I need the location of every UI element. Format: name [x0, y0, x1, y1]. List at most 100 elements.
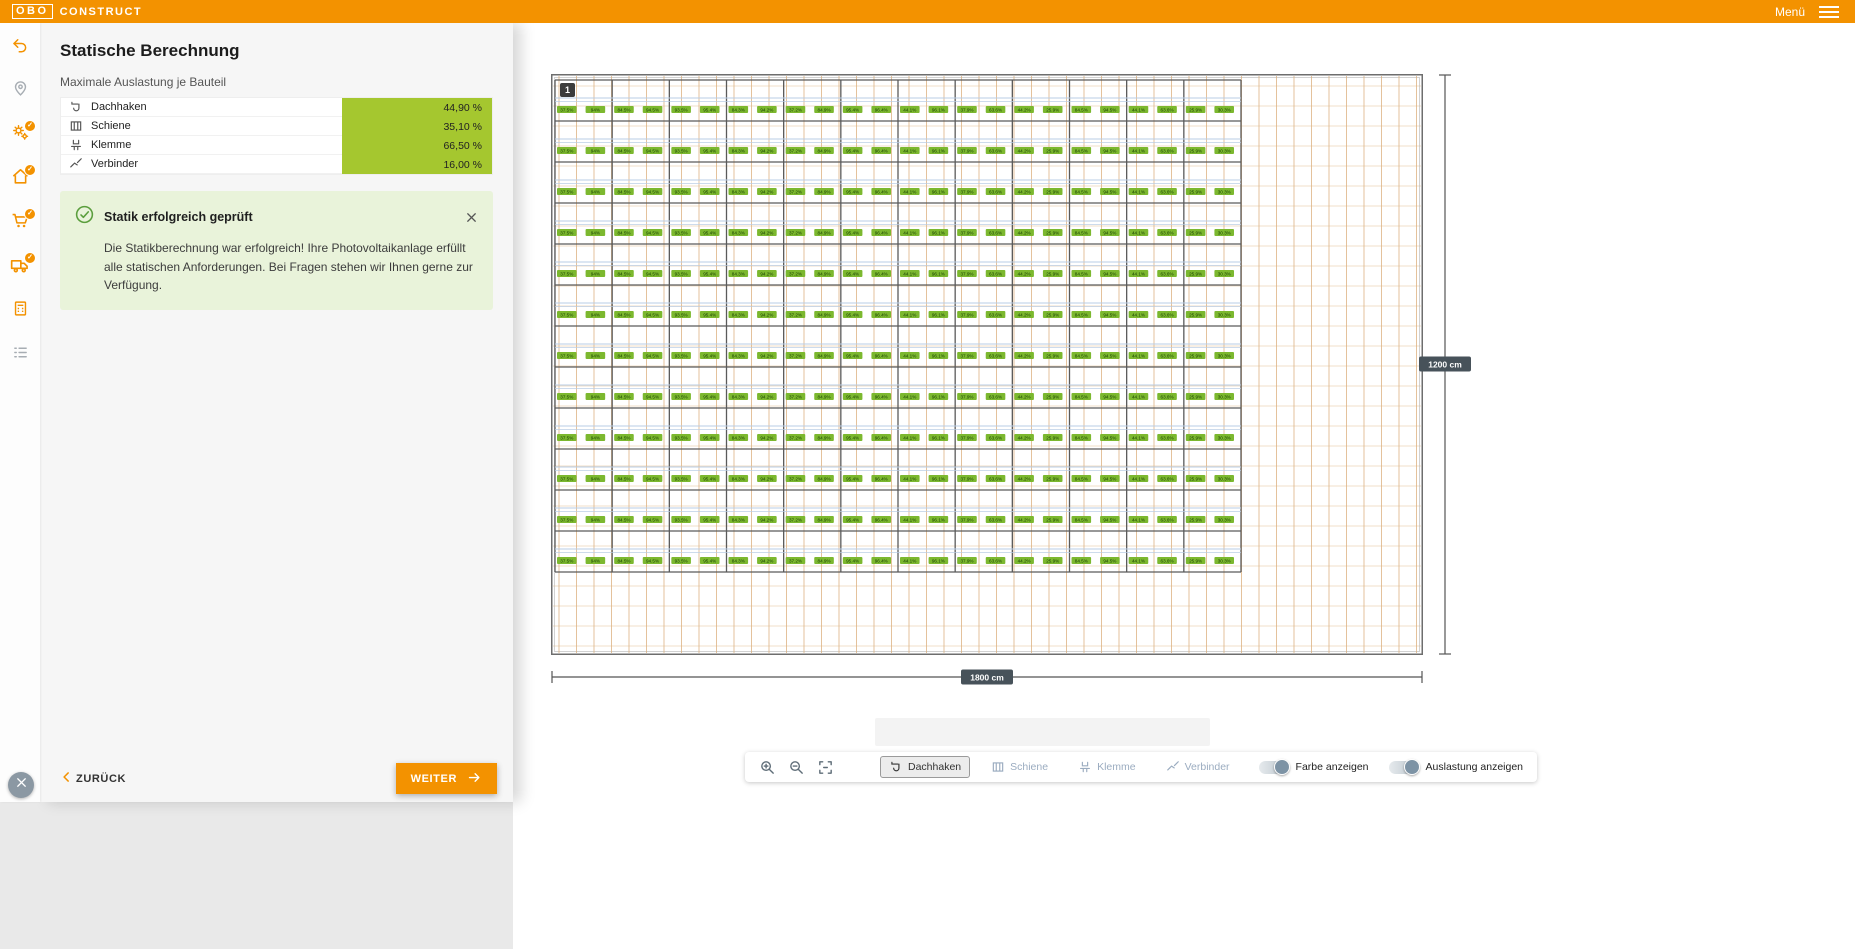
svg-text:25.9%: 25.9%: [1189, 230, 1202, 235]
svg-text:84.9%: 84.9%: [818, 107, 831, 112]
svg-text:44.1%: 44.1%: [903, 558, 916, 563]
roof-plan-drawing[interactable]: 37.5% 94% 84.5% 94.5% 93.5% 95.4% 84.3% 94.2% 37…: [551, 74, 1473, 696]
svg-text:30.3%: 30.3%: [1218, 558, 1231, 563]
fit-screen-icon[interactable]: [817, 759, 834, 776]
svg-text:84.5%: 84.5%: [617, 558, 630, 563]
toggle-auslastung-anzeigen[interactable]: [1389, 761, 1419, 774]
svg-text:96.1%: 96.1%: [932, 435, 945, 440]
zoom-in-icon[interactable]: [759, 759, 776, 776]
close-icon: [14, 775, 29, 795]
back-arrow-icon: [11, 36, 29, 59]
toolbar-button-schiene[interactable]: Schiene: [982, 756, 1057, 778]
menu-label[interactable]: Menü: [1775, 5, 1805, 19]
success-alert: Statik erfolgreich geprüft Die Statikber…: [60, 191, 493, 310]
svg-text:37.5%: 37.5%: [560, 476, 573, 481]
svg-text:37.5%: 37.5%: [560, 394, 573, 399]
toggle-group: Auslastung anzeigen: [1389, 761, 1524, 774]
toolbar-button-dachhaken[interactable]: Dachhaken: [880, 756, 970, 778]
toolbar-button-klemme[interactable]: Klemme: [1069, 756, 1145, 778]
svg-text:94.2%: 94.2%: [760, 394, 773, 399]
svg-text:84.9%: 84.9%: [818, 230, 831, 235]
sidebar-item-location-pin[interactable]: [9, 80, 31, 102]
sidebar-item-back-arrow[interactable]: [9, 36, 31, 58]
svg-text:37.2%: 37.2%: [789, 148, 802, 153]
svg-text:63.6%: 63.6%: [1161, 558, 1174, 563]
svg-text:44.2%: 44.2%: [1018, 271, 1031, 276]
svg-text:44.1%: 44.1%: [1132, 476, 1145, 481]
notification-badge: ✓: [24, 120, 36, 132]
svg-text:37.5%: 37.5%: [560, 558, 573, 563]
svg-text:94%: 94%: [591, 517, 600, 522]
brand-logo: OBO CONSTRUCT: [12, 4, 142, 19]
close-fab-button[interactable]: [8, 772, 34, 798]
svg-text:84.5%: 84.5%: [1075, 312, 1088, 317]
svg-text:37.2%: 37.2%: [789, 107, 802, 112]
svg-text:96.1%: 96.1%: [932, 312, 945, 317]
verbinder-icon: [1166, 760, 1180, 774]
svg-text:44.2%: 44.2%: [1018, 189, 1031, 194]
next-button[interactable]: WEITER: [396, 763, 497, 794]
back-button[interactable]: ZURÜCK: [60, 770, 126, 787]
svg-text:93.5%: 93.5%: [675, 394, 688, 399]
svg-text:37.9%: 37.9%: [960, 435, 973, 440]
svg-text:84.3%: 84.3%: [732, 558, 745, 563]
svg-text:96.4%: 96.4%: [875, 517, 888, 522]
svg-text:84.3%: 84.3%: [732, 312, 745, 317]
svg-text:25.9%: 25.9%: [1046, 189, 1059, 194]
svg-text:44.1%: 44.1%: [1132, 312, 1145, 317]
svg-text:96.4%: 96.4%: [875, 353, 888, 358]
svg-text:37.9%: 37.9%: [960, 312, 973, 317]
dachhaken-icon: [69, 100, 83, 114]
svg-text:44.2%: 44.2%: [1018, 107, 1031, 112]
svg-text:94.5%: 94.5%: [646, 107, 659, 112]
svg-text:84.9%: 84.9%: [818, 189, 831, 194]
svg-text:94.5%: 94.5%: [1103, 107, 1116, 112]
svg-text:84.5%: 84.5%: [617, 230, 630, 235]
svg-text:37.9%: 37.9%: [960, 558, 973, 563]
page-title: Statische Berechnung: [60, 41, 493, 61]
svg-text:44.1%: 44.1%: [903, 230, 916, 235]
dachhaken-icon: [889, 760, 903, 774]
brand-obo: OBO: [12, 4, 53, 19]
svg-text:84.3%: 84.3%: [732, 353, 745, 358]
svg-text:84.5%: 84.5%: [617, 189, 630, 194]
svg-text:30.3%: 30.3%: [1218, 230, 1231, 235]
svg-text:84.5%: 84.5%: [1075, 558, 1088, 563]
svg-text:95.4%: 95.4%: [846, 476, 859, 481]
svg-text:96.1%: 96.1%: [932, 189, 945, 194]
zoom-out-icon[interactable]: [788, 759, 805, 776]
svg-text:95.4%: 95.4%: [703, 435, 716, 440]
sidebar-item-gears[interactable]: ✓: [9, 124, 31, 146]
svg-text:25.9%: 25.9%: [1046, 394, 1059, 399]
svg-text:63.6%: 63.6%: [1161, 394, 1174, 399]
svg-text:95.4%: 95.4%: [703, 476, 716, 481]
sidebar-item-truck[interactable]: ✓: [9, 256, 31, 278]
svg-text:94.2%: 94.2%: [760, 312, 773, 317]
svg-text:95.4%: 95.4%: [846, 271, 859, 276]
drawing-canvas: 37.5% 94% 84.5% 94.5% 93.5% 95.4% 84.3% 94.2% 37…: [513, 23, 1855, 949]
svg-text:95.4%: 95.4%: [846, 394, 859, 399]
svg-text:94%: 94%: [591, 435, 600, 440]
schiene-icon: [69, 119, 83, 133]
sidebar-item-calculator[interactable]: [9, 300, 31, 322]
sidebar-item-cart[interactable]: ✓: [9, 212, 31, 234]
svg-text:84.5%: 84.5%: [617, 476, 630, 481]
svg-text:96.1%: 96.1%: [932, 394, 945, 399]
toggle-knob: [1274, 759, 1290, 775]
svg-text:1: 1: [565, 85, 570, 95]
svg-text:94.5%: 94.5%: [1103, 517, 1116, 522]
svg-text:44.1%: 44.1%: [903, 476, 916, 481]
close-icon[interactable]: [464, 210, 479, 225]
svg-text:37.5%: 37.5%: [560, 517, 573, 522]
sidebar-item-checklist[interactable]: [9, 344, 31, 366]
toggle-farbe-anzeigen[interactable]: [1259, 761, 1289, 774]
toolbar-button-verbinder[interactable]: Verbinder: [1157, 756, 1239, 778]
svg-text:84.5%: 84.5%: [1075, 107, 1088, 112]
hamburger-menu-icon[interactable]: [1819, 6, 1843, 18]
sidebar-item-house[interactable]: ✓: [9, 168, 31, 190]
svg-text:25.9%: 25.9%: [1046, 476, 1059, 481]
svg-text:37.2%: 37.2%: [789, 353, 802, 358]
svg-text:94.5%: 94.5%: [646, 517, 659, 522]
svg-text:94%: 94%: [591, 189, 600, 194]
svg-text:84.3%: 84.3%: [732, 517, 745, 522]
